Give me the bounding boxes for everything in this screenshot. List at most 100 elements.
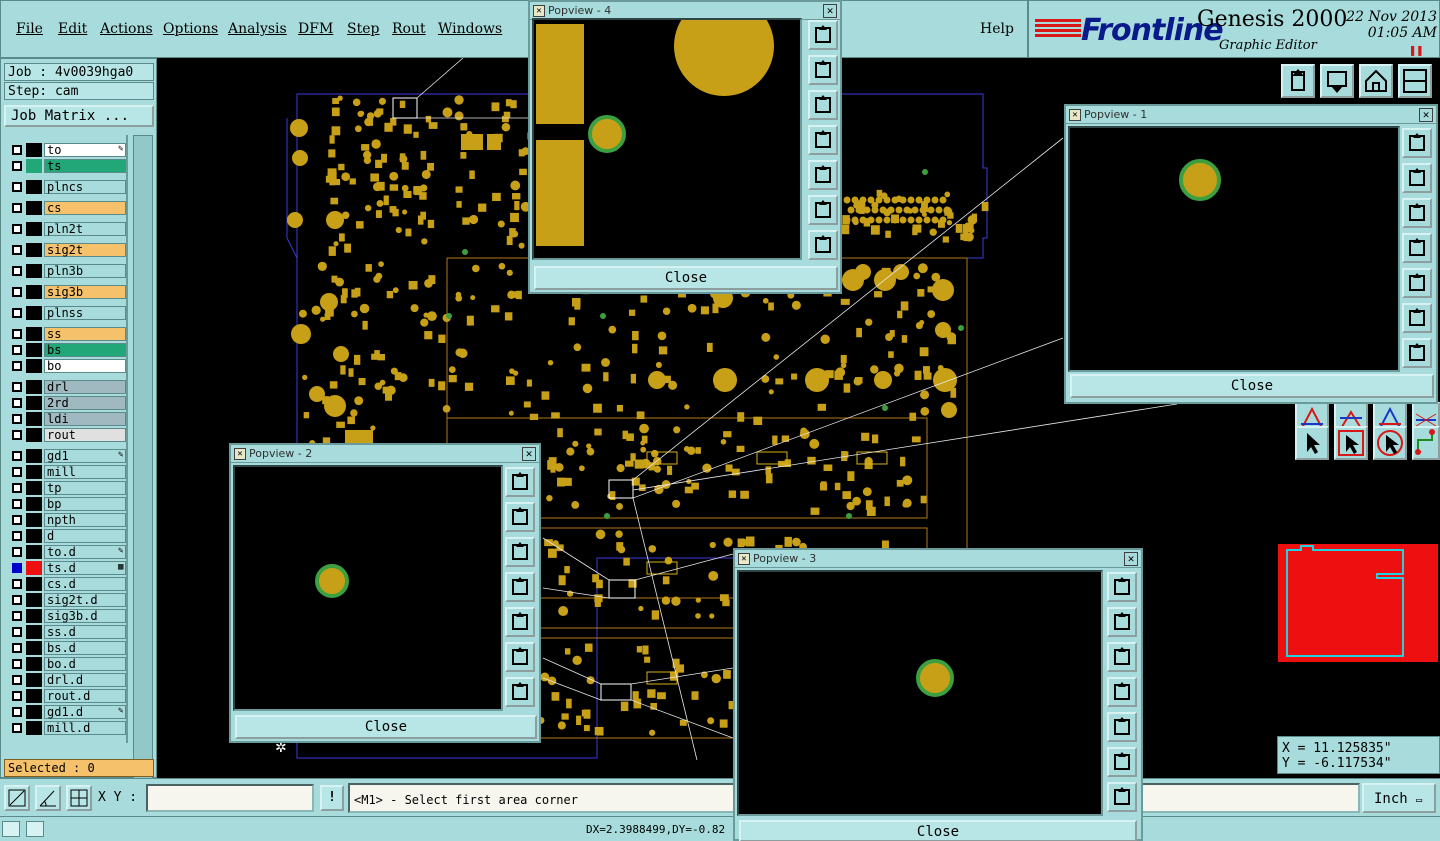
layer-row-cs-d[interactable]: cs.d [8, 577, 126, 591]
menu-step[interactable]: Step [347, 21, 379, 37]
popview-2-view[interactable] [233, 465, 503, 711]
popview-4-view[interactable] [532, 0, 802, 260]
layer-checkbox[interactable] [12, 547, 22, 557]
layer-name[interactable]: pln2t [44, 222, 126, 236]
layer-color-swatch[interactable] [26, 657, 42, 671]
layer-color-swatch[interactable] [26, 641, 42, 655]
layer-down-icon[interactable] [1320, 64, 1354, 98]
select-circle-icon[interactable] [1373, 426, 1407, 460]
close-icon[interactable]: ✕ [823, 4, 837, 18]
layer-color-swatch[interactable] [26, 593, 42, 607]
layer-down-icon[interactable] [505, 537, 535, 567]
layer-color-swatch[interactable] [26, 159, 42, 173]
layer-checkbox[interactable] [12, 145, 22, 155]
layer-color-swatch[interactable] [26, 689, 42, 703]
layer-row-ldi[interactable]: ldi [8, 412, 126, 426]
layer-name[interactable]: mill [44, 465, 126, 479]
close-icon[interactable]: ✕ [1419, 108, 1433, 122]
layer-color-swatch[interactable] [26, 396, 42, 410]
popview-1-view[interactable] [1068, 126, 1400, 372]
pan-right-icon[interactable] [808, 160, 838, 190]
layer-name[interactable]: cs.d [44, 577, 126, 591]
window-menu-icon[interactable] [2, 821, 20, 837]
layer-name[interactable]: ldi [44, 412, 126, 426]
layer-name[interactable]: to.d [44, 545, 126, 559]
layer-color-swatch[interactable] [26, 625, 42, 639]
layer-color-swatch[interactable] [26, 222, 42, 236]
popview-4-close-button[interactable]: Close [534, 266, 838, 290]
layer-color-swatch[interactable] [26, 243, 42, 257]
popview-2-close-button[interactable]: Close [235, 715, 537, 739]
layer-name[interactable]: gd1.d [44, 705, 126, 719]
layer-row-gd1[interactable]: gd1 ✎ [8, 449, 126, 463]
layer-checkbox[interactable] [12, 595, 22, 605]
layer-row-plnss[interactable]: plnss [8, 306, 126, 320]
layer-checkbox[interactable] [12, 224, 22, 234]
layer-row-pln3b[interactable]: pln3b [8, 264, 126, 278]
popview-3-close-button[interactable]: Close [739, 820, 1137, 841]
layer-checkbox[interactable] [12, 611, 22, 621]
pan-right-icon[interactable] [505, 607, 535, 637]
layer-up-icon[interactable] [808, 55, 838, 85]
layer-row-sig3b-d[interactable]: sig3b.d [8, 609, 126, 623]
layer-name[interactable]: ss [44, 327, 126, 341]
layer-name[interactable]: sig3b.d [44, 609, 126, 623]
zoom-in-icon[interactable] [1107, 747, 1137, 777]
zoom-home-icon[interactable] [505, 467, 535, 497]
popview-1-titlebar[interactable]: Popview - 1 [1066, 106, 1436, 124]
layer-row-ts[interactable]: ts [8, 159, 126, 173]
zoom-out-icon[interactable] [1107, 782, 1137, 812]
xy-input[interactable] [146, 784, 314, 812]
layer-checkbox[interactable] [12, 287, 22, 297]
layer-checkbox[interactable] [12, 382, 22, 392]
layer-row-ts-d[interactable]: ts.d ▦ [8, 561, 126, 575]
layer-checkbox[interactable] [12, 627, 22, 637]
layer-checkbox[interactable] [12, 691, 22, 701]
layer-list-scrollbar[interactable] [133, 135, 153, 799]
layer-color-swatch[interactable] [26, 545, 42, 559]
zoom-home-icon[interactable] [1402, 128, 1432, 158]
layer-row-bs[interactable]: bs [8, 343, 126, 357]
zoom-home-icon[interactable] [1107, 572, 1137, 602]
layer-color-swatch[interactable] [26, 201, 42, 215]
zoom-out-icon[interactable] [1402, 338, 1432, 368]
layer-row-drl-d[interactable]: drl.d [8, 673, 126, 687]
layer-name[interactable]: rout.d [44, 689, 126, 703]
window-list-icon[interactable] [26, 821, 44, 837]
layer-name[interactable]: npth [44, 513, 126, 527]
popview-3-titlebar[interactable]: Popview - 3 [735, 550, 1141, 568]
layer-down-icon[interactable] [1107, 642, 1137, 672]
layer-row-plncs[interactable]: plncs [8, 180, 126, 194]
layer-row-2rd[interactable]: 2rd [8, 396, 126, 410]
layer-row-d[interactable]: d [8, 529, 126, 543]
layer-row-pln2t[interactable]: pln2t [8, 222, 126, 236]
layer-down-icon[interactable] [808, 90, 838, 120]
layer-checkbox[interactable] [12, 266, 22, 276]
layer-checkbox[interactable] [12, 659, 22, 669]
layer-name[interactable]: plnss [44, 306, 126, 320]
layer-checkbox[interactable] [12, 161, 22, 171]
layer-name[interactable]: cs [44, 201, 126, 215]
execute-button[interactable]: ! [320, 785, 344, 811]
layer-row-sig2t-d[interactable]: sig2t.d [8, 593, 126, 607]
zoom-in-icon[interactable] [808, 195, 838, 225]
pan-left-icon[interactable] [1107, 677, 1137, 707]
job-matrix-button[interactable]: Job Matrix ... [4, 105, 154, 127]
layer-row-bp[interactable]: bp [8, 497, 126, 511]
layer-name[interactable]: mill.d [44, 721, 126, 735]
close-icon[interactable]: ✕ [1124, 552, 1138, 566]
layer-color-swatch[interactable] [26, 609, 42, 623]
layer-checkbox[interactable] [12, 499, 22, 509]
window-menu-icon[interactable]: ✕ [1069, 109, 1081, 121]
popview-3-view[interactable] [737, 570, 1103, 816]
layer-color-swatch[interactable] [26, 481, 42, 495]
layer-color-swatch[interactable] [26, 428, 42, 442]
layer-name[interactable]: ts.d [44, 561, 126, 575]
popview-1[interactable]: Popview - 1 ✕ ✕ Close [1064, 104, 1438, 404]
layer-color-swatch[interactable] [26, 705, 42, 719]
layer-row-rout-d[interactable]: rout.d [8, 689, 126, 703]
layer-row-mill[interactable]: mill [8, 465, 126, 479]
layer-row-ss-d[interactable]: ss.d [8, 625, 126, 639]
layer-row-gd1-d[interactable]: gd1.d ✎ [8, 705, 126, 719]
layer-checkbox[interactable] [12, 707, 22, 717]
